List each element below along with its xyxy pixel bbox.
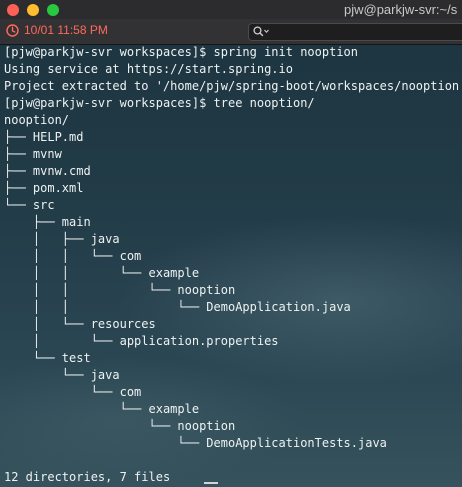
- search-field-icon[interactable]: [253, 26, 271, 37]
- minimize-button[interactable]: [27, 4, 39, 16]
- terminal-line: └── java: [4, 368, 120, 382]
- terminal-line: ├── main: [4, 215, 91, 229]
- zoom-button[interactable]: [47, 4, 59, 16]
- terminal-line: └── src: [4, 198, 55, 212]
- title-bar[interactable]: pjw@parkjw-svr:~/s: [0, 0, 462, 20]
- close-button[interactable]: [7, 4, 19, 16]
- terminal-line: └── test: [4, 351, 91, 365]
- terminal-line: ├── pom.xml: [4, 181, 84, 195]
- terminal-line: [pjw@parkjw-svr workspaces]$ tree noopti…: [4, 96, 315, 110]
- timestamp-text: 10/01 11:58 PM: [24, 23, 108, 37]
- terminal-line: │ └── resources: [4, 317, 156, 331]
- search-icon: [253, 26, 269, 37]
- terminal-line: Using service at https://start.spring.io: [4, 62, 293, 76]
- terminal-line: └── DemoApplicationTests.java: [4, 436, 387, 450]
- terminal-window: pjw@parkjw-svr:~/s 10/01 11:58 PM [pjw@p…: [0, 0, 462, 487]
- toolbar: 10/01 11:58 PM: [0, 19, 462, 45]
- terminal-line: Project extracted to '/home/pjw/spring-b…: [4, 79, 462, 93]
- terminal-line: │ │ └── DemoApplication.java: [4, 300, 351, 314]
- terminal-line: └── com: [4, 385, 142, 399]
- window-title: pjw@parkjw-svr:~/s: [344, 2, 458, 17]
- clock-icon: [6, 23, 19, 37]
- terminal-line: └── example: [4, 402, 200, 416]
- terminal-line: │ │ └── example: [4, 266, 200, 280]
- terminal-line: 12 directories, 7 files: [4, 470, 171, 484]
- text-cursor: [204, 482, 218, 484]
- terminal-line: ├── mvnw: [4, 147, 62, 161]
- terminal-line: nooption/: [4, 113, 70, 127]
- terminal-line: ├── HELP.md: [4, 130, 84, 144]
- terminal-line: │ │ └── com: [4, 249, 142, 263]
- terminal-line: ├── mvnw.cmd: [4, 164, 91, 178]
- terminal-line: └── nooption: [4, 419, 236, 433]
- timestamp-display: 10/01 11:58 PM: [6, 23, 108, 37]
- terminal-output[interactable]: [pjw@parkjw-svr workspaces]$ spring init…: [4, 44, 462, 486]
- terminal-line: [pjw@parkjw-svr workspaces]$ spring init…: [4, 45, 359, 59]
- terminal-line: │ │ └── nooption: [4, 283, 236, 297]
- terminal-line: │ └── application.properties: [4, 334, 279, 348]
- search-input[interactable]: [248, 23, 462, 41]
- terminal-line: │ ├── java: [4, 232, 120, 246]
